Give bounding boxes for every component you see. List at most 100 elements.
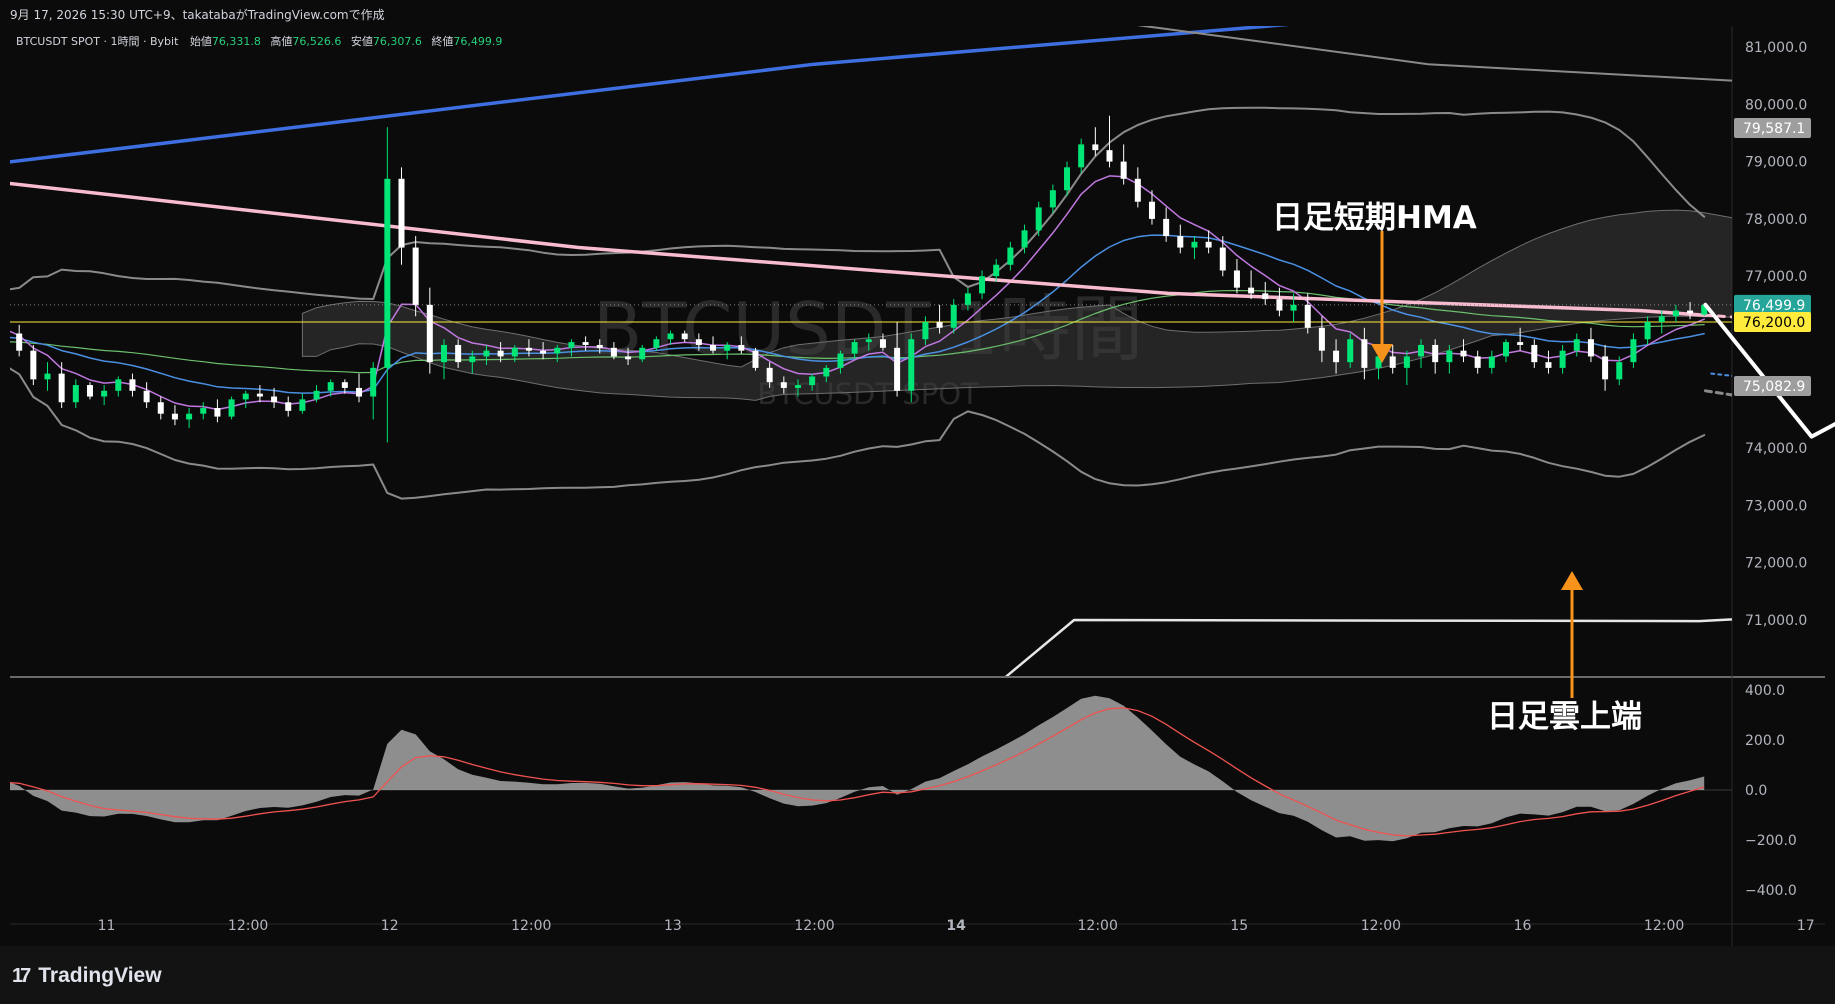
candle-body [922,322,929,340]
candle[interactable] [30,344,37,386]
legend-high-label: 高値 [270,34,292,48]
annotation-hma-label: 日足短期HMA [1272,200,1477,236]
candle-body [384,178,391,368]
candle-body [1602,356,1609,380]
legend-open-label: 始値 [190,34,212,48]
price-tag-label: 76,499.9 [1743,298,1805,314]
candle-body [72,385,79,403]
price-tag-label: 79,587.1 [1743,121,1805,137]
candle-body [1191,241,1198,248]
candle-body [1545,362,1552,368]
candle-body [483,350,490,357]
price-tick-label: 72,000.0 [1745,556,1807,572]
candle-body [1078,144,1085,168]
candle-body [695,339,702,345]
candle-body [186,413,193,420]
candle-body [582,342,589,345]
candle-body [724,344,731,351]
candle-body [1205,241,1212,248]
candle-body [851,342,858,354]
candle-body [667,333,674,340]
candle-body [370,367,377,397]
time-tick-label: 12:00 [228,918,268,934]
candle-body [738,344,745,351]
candle-body [1248,287,1255,294]
candle-body [455,344,462,363]
candle-body [1630,339,1637,363]
candle-body [1318,327,1325,351]
candle-body [1488,356,1495,368]
candle-body [1644,322,1651,340]
time-tick-label: 16 [1514,918,1532,934]
candle-body [228,399,235,417]
candle-body [58,373,65,403]
candle-body [356,387,363,397]
candle-body [1148,201,1155,219]
candle-body [1474,356,1481,368]
time-tick-label: 12:00 [794,918,834,934]
candle-body [16,333,23,351]
price-tick-label: 77,000.0 [1745,269,1807,285]
candle-body [1517,342,1524,345]
price-tick-label: 73,000.0 [1745,498,1807,514]
candle-body [766,367,773,383]
time-tick-label: 15 [1230,918,1248,934]
candle-body [710,344,717,351]
candle[interactable] [412,236,419,317]
oscillator-tick-label: 0.0 [1745,783,1767,799]
candle-body [1219,247,1226,271]
candle-body [540,350,547,354]
candle-body [1092,144,1099,151]
candle-body [1432,344,1439,363]
candle-body [271,396,278,403]
candle-body [299,399,306,411]
candle-body [681,333,688,340]
candle-body [200,407,207,414]
candle-body [341,382,348,388]
candle-body [752,350,759,368]
candle-body [823,367,830,377]
legend-low-value: 76,307.6 [373,35,422,48]
legend-symbol: BTCUSDT SPOT · 1時間 · Bybit [16,35,179,48]
candle-body [1035,207,1042,231]
candle-body [908,339,915,391]
candle-body [1573,339,1580,351]
candle-body [964,293,971,305]
price-tick-label: 74,000.0 [1745,441,1807,457]
candle-body [1502,342,1509,357]
candle-body [1446,350,1453,363]
candle-body [412,247,419,305]
candle-body [979,276,986,294]
candle-body [525,347,532,351]
price-tag-label: 75,082.9 [1743,379,1805,395]
candle-body [30,350,37,380]
tradingview-logo[interactable]: 17 TradingView [12,964,162,988]
candle-body [837,353,844,368]
tradingview-brand-text: TradingView [38,964,162,987]
candle-body [115,379,122,391]
footer-bar: 17 TradingView [0,946,1835,1004]
candle-body [469,356,476,363]
candle-body [1064,167,1071,191]
legend-open-value: 76,331.8 [212,35,261,48]
oscillator-tick-label: 200.0 [1745,733,1785,749]
candle-body [285,402,292,411]
created-by-text: 9月 17, 2026 15:30 UTC+9、takatabaがTrading… [10,8,385,22]
candle-body [865,339,872,343]
time-tick-label: 14 [946,918,966,934]
candle-body [497,350,504,357]
candle-body [1233,270,1240,288]
price-tick-label: 71,000.0 [1745,613,1807,629]
candle-body [440,344,447,363]
candle-body [1418,344,1425,357]
candle-body [936,322,943,328]
candle-body [1403,356,1410,368]
candle-body [313,390,320,400]
candle[interactable] [752,347,759,371]
candle[interactable] [228,396,235,420]
candle-body [171,413,178,420]
candle-body [1672,310,1679,317]
time-tick-label: 12:00 [1361,918,1401,934]
price-chart[interactable]: BTCUSDT 1時間 BTCUSDT SPOT AB 81,000.080,0… [0,26,1835,946]
candle-body [653,339,660,348]
